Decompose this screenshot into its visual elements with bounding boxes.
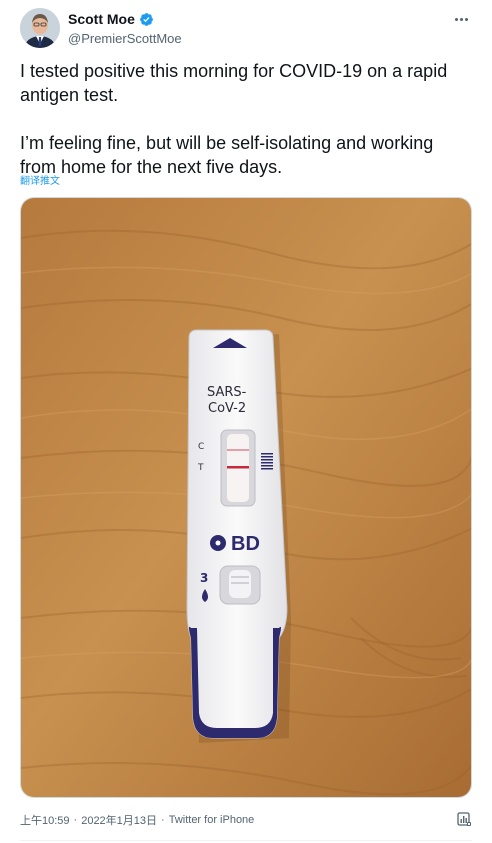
control-label: C xyxy=(198,442,204,452)
brand-label: BD xyxy=(231,533,260,555)
more-icon xyxy=(454,17,468,21)
more-button[interactable] xyxy=(450,8,472,30)
analytics-button[interactable] xyxy=(456,811,472,827)
translate-link[interactable]: 翻译推文 xyxy=(20,172,60,187)
tweet-source[interactable]: Twitter for iPhone xyxy=(169,814,255,826)
tweet-time[interactable]: 上午10:59 xyxy=(20,812,70,828)
avatar[interactable] xyxy=(20,8,60,48)
meta-separator: · xyxy=(73,814,78,826)
test-label-line1: SARS- xyxy=(207,385,247,400)
tweet-meta: 上午10:59 · 2022年1月13日 · Twitter for iPhon… xyxy=(20,812,254,828)
tweet-photo[interactable]: SARS- CoV-2 C T BD 3 xyxy=(20,197,472,798)
control-line xyxy=(227,449,249,451)
analytics-icon xyxy=(457,812,471,826)
tweet-date[interactable]: 2022年1月13日 xyxy=(81,812,157,828)
display-name[interactable]: Scott Moe xyxy=(68,11,135,27)
author-names: Scott Moe @PremierScottMoe xyxy=(68,10,182,46)
tweet: Scott Moe @PremierScottMoe I tested posi… xyxy=(0,0,492,843)
display-name-row: Scott Moe xyxy=(68,10,182,28)
verified-badge-icon xyxy=(139,12,154,27)
divider xyxy=(20,840,472,841)
test-line-label: T xyxy=(197,463,204,473)
test-line xyxy=(227,466,249,469)
test-label-line2: CoV-2 xyxy=(208,401,246,416)
sample-label: 3 xyxy=(200,571,208,585)
tweet-header: Scott Moe @PremierScottMoe xyxy=(20,6,472,50)
tweet-text: I tested positive this morning for COVID… xyxy=(20,61,448,177)
handle[interactable]: @PremierScottMoe xyxy=(68,31,182,46)
meta-separator: · xyxy=(161,814,165,826)
